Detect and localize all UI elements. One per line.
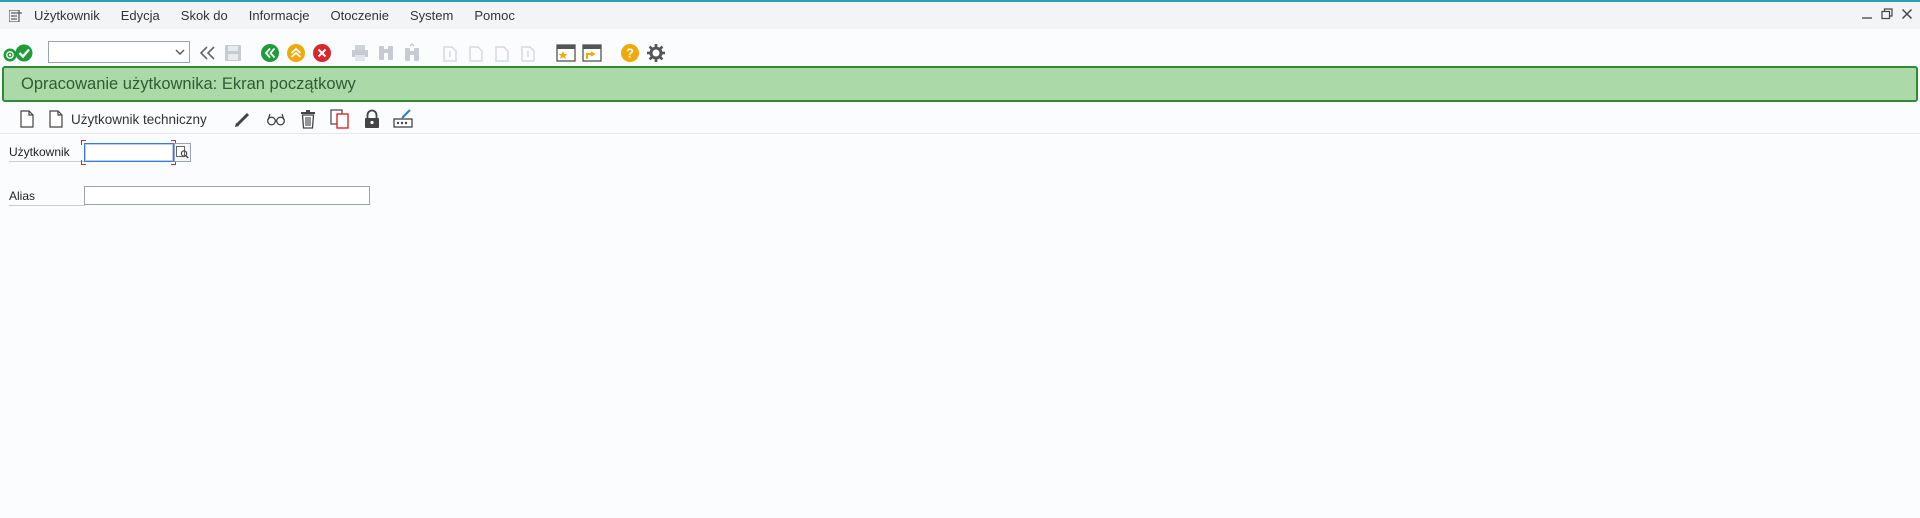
menu-skok-do[interactable]: Skok do <box>181 8 228 23</box>
required-marker-bottom-left <box>81 160 86 165</box>
back-arrows-icon[interactable] <box>197 43 217 63</box>
sap-menu-icon[interactable] <box>8 9 24 23</box>
system-toolbar: ? <box>0 36 1920 68</box>
print-icon[interactable] <box>350 43 370 63</box>
required-marker-top-left <box>81 140 86 145</box>
alias-input-field[interactable] <box>84 186 370 205</box>
change-password-icon[interactable] <box>393 109 413 129</box>
first-page-icon[interactable] <box>440 43 460 63</box>
last-page-icon[interactable] <box>518 43 538 63</box>
alias-input[interactable] <box>85 187 369 204</box>
create-session-icon[interactable] <box>556 43 576 63</box>
display-glasses-icon[interactable] <box>266 109 286 129</box>
user-field-label: Użytkownik <box>9 145 85 162</box>
minimize-icon[interactable] <box>1860 7 1874 21</box>
create-shortcut-icon[interactable] <box>582 43 602 63</box>
save-icon[interactable] <box>223 43 243 63</box>
change-pencil-icon[interactable] <box>233 109 253 129</box>
title-bar: Opracowanie użytkownika: Ekran początkow… <box>2 66 1918 102</box>
menu-pomoc[interactable]: Pomoc <box>474 8 514 23</box>
enter-button[interactable] <box>2 44 34 64</box>
find-icon[interactable] <box>376 43 396 63</box>
help-icon[interactable]: ? <box>620 43 640 63</box>
restore-icon[interactable] <box>1880 7 1894 21</box>
user-input-field[interactable] <box>84 143 174 162</box>
value-help-icon <box>176 146 189 159</box>
technical-user-icon <box>46 109 66 129</box>
previous-page-icon[interactable] <box>466 43 486 63</box>
menu-edycja[interactable]: Edycja <box>121 8 160 23</box>
command-field[interactable] <box>48 41 190 63</box>
delete-trash-icon[interactable] <box>298 109 318 129</box>
technical-user-label: Użytkownik techniczny <box>71 112 207 127</box>
close-icon[interactable] <box>1900 7 1914 21</box>
menu-otoczenie[interactable]: Otoczenie <box>330 8 389 23</box>
chevron-down-icon[interactable] <box>173 45 187 59</box>
menu-system[interactable]: System <box>410 8 453 23</box>
lock-icon[interactable] <box>362 109 382 129</box>
menu-uzytkownik[interactable]: Użytkownik <box>34 8 100 23</box>
create-icon[interactable] <box>17 109 37 129</box>
value-help-button[interactable] <box>174 143 191 162</box>
menu-informacje[interactable]: Informacje <box>249 8 310 23</box>
back-icon[interactable] <box>260 43 280 63</box>
copy-icon[interactable] <box>330 109 350 129</box>
alias-field-label: Alias <box>9 189 85 206</box>
next-page-icon[interactable] <box>492 43 512 63</box>
cancel-icon[interactable] <box>312 43 332 63</box>
command-field-input[interactable] <box>49 42 169 62</box>
menu-bar: Użytkownik Edycja Skok do Informacje Oto… <box>0 2 1920 29</box>
page-title: Opracowanie użytkownika: Ekran początkow… <box>21 74 356 93</box>
svg-text:?: ? <box>626 46 634 61</box>
application-toolbar: Użytkownik techniczny <box>0 104 1920 134</box>
customize-icon[interactable] <box>646 43 666 63</box>
exit-icon[interactable] <box>286 43 306 63</box>
find-next-icon[interactable] <box>402 43 422 63</box>
window-controls <box>1860 7 1914 21</box>
user-input[interactable] <box>85 144 173 162</box>
